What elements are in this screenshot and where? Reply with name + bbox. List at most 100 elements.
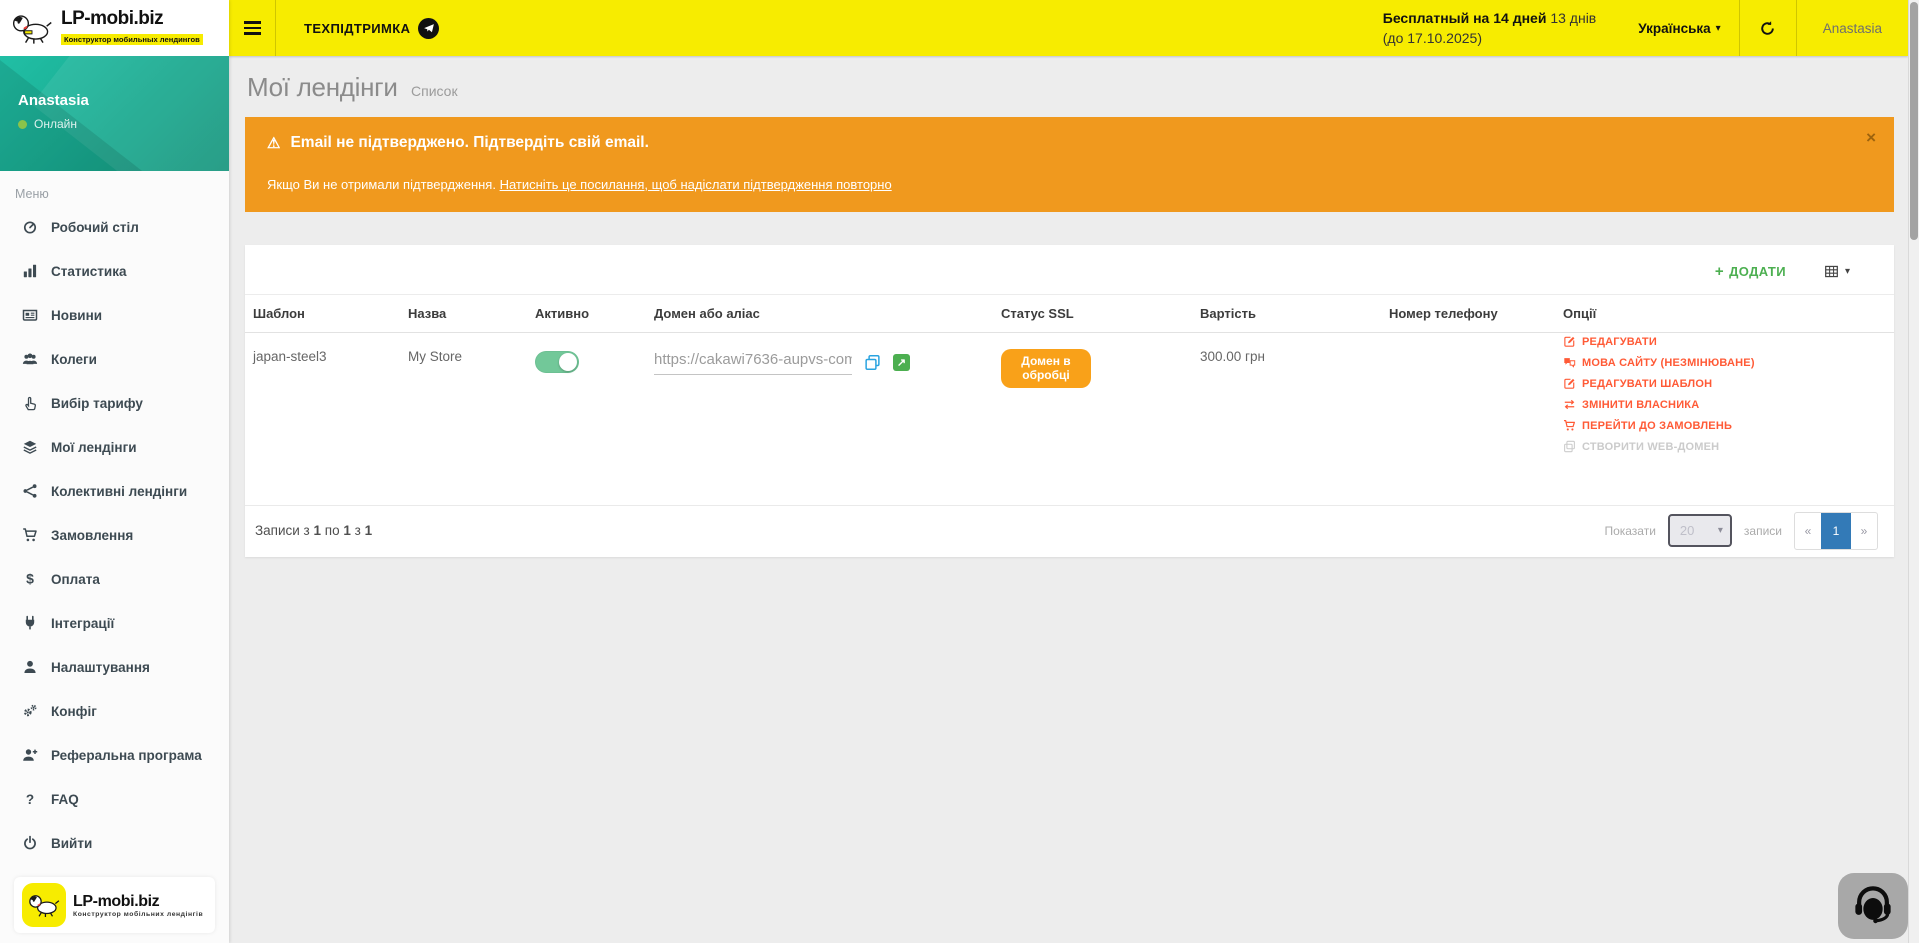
sidebar-item-cart[interactable]: Замовлення [0, 513, 229, 557]
users-icon [21, 351, 38, 368]
footer-logo[interactable]: LP-mobi.biz Конструктор мобільних лендін… [14, 877, 215, 933]
trial-info: Бесплатный на 14 дней 13 днів (до 17.10.… [1383, 0, 1621, 56]
user-plus-icon [21, 747, 38, 764]
sidebar-item-share[interactable]: Колективні лендінги [0, 469, 229, 513]
clone-icon [1563, 440, 1576, 453]
sidebar-item-users[interactable]: Колеги [0, 337, 229, 381]
topbar-username[interactable]: Anastasia [1797, 0, 1908, 56]
trial-plan: Бесплатный на 14 дней [1383, 10, 1547, 26]
main-content: Мої лендінги Список ⚠ Email не підтвердж… [229, 56, 1908, 943]
open-link-icon[interactable]: ↗ [893, 354, 910, 371]
refresh-button[interactable] [1740, 0, 1796, 56]
language-label: Українська [1638, 21, 1710, 36]
close-icon[interactable]: × [1866, 129, 1876, 146]
page-size-value: 20 [1680, 523, 1694, 538]
copy-icon[interactable] [864, 354, 881, 371]
sidebar-item-gears[interactable]: Конфіг [0, 689, 229, 733]
column-header-7: Номер телефону [1381, 295, 1555, 332]
pager-page-1[interactable]: 1 [1821, 513, 1851, 549]
option-edit[interactable]: РЕДАГУВАТИ ШАБЛОН [1563, 377, 1886, 390]
option-language[interactable]: МОВА САЙТУ (НЕЗМІНЮВАНЕ) [1563, 356, 1886, 369]
dog-logo-icon [10, 11, 54, 45]
dollar-icon: $ [21, 571, 38, 588]
dashboard-icon [21, 219, 38, 236]
column-header-4: Домен або аліас [646, 295, 993, 332]
sidebar-item-dashboard[interactable]: Робочий стіл [0, 205, 229, 249]
sidebar-item-user-plus[interactable]: Реферальна програма [0, 733, 229, 777]
sidebar-item-user[interactable]: Налаштування [0, 645, 229, 689]
sidebar-item-question[interactable]: ?FAQ [0, 777, 229, 821]
sidebar-item-layers[interactable]: Мої лендінги [0, 425, 229, 469]
language-selector[interactable]: Українська ▾ [1620, 0, 1738, 56]
warning-icon: ⚠ [267, 134, 280, 152]
chevron-down-icon: ▾ [1845, 266, 1850, 277]
option-edit[interactable]: РЕДАГУВАТИ [1563, 335, 1886, 348]
active-toggle[interactable] [535, 351, 579, 373]
email-alert-banner: ⚠ Email не підтверджено. Підтвердіть сві… [245, 117, 1894, 212]
cart-icon [1563, 419, 1576, 432]
share-icon [21, 483, 38, 500]
table-footer: Записи з 1 по 1 з 1 Показати 20 ▾ записи… [245, 505, 1894, 557]
hand-pointer-icon [21, 395, 38, 412]
page-scrollbar[interactable] [1908, 0, 1919, 943]
page-subtitle: Список [411, 83, 458, 99]
user-status: Онлайн [34, 117, 77, 131]
sidebar-item-hand-pointer[interactable]: Вибір тарифу [0, 381, 229, 425]
options-list: РЕДАГУВАТИ МОВА САЙТУ (НЕЗМІНЮВАНЕ) РЕДАГУ… [1555, 333, 1894, 505]
cell-template: japan-steel3 [245, 333, 400, 505]
add-button[interactable]: + ДОДАТИ [1715, 263, 1786, 280]
support-button[interactable]: ТЕХПІДТРИМКА [276, 0, 467, 56]
headset-icon [1852, 885, 1894, 927]
user-name: Anastasia [18, 92, 229, 109]
option-exchange[interactable]: ЗМІНИТИ ВЛАСНИКА [1563, 398, 1886, 411]
brand-tagline: Конструктор мобільних лендінгів [73, 911, 203, 918]
plus-icon: + [1715, 263, 1724, 280]
show-label: Показати [1604, 524, 1655, 538]
scrollbar-thumb[interactable] [1910, 2, 1918, 240]
bar-chart-icon [21, 263, 38, 280]
topbar: ТЕХПІДТРИМКА Бесплатный на 14 дней 13 дн… [229, 0, 1908, 56]
sidebar-item-news[interactable]: Новини [0, 293, 229, 337]
sidebar-menu-container: Меню Робочий стілСтатистикаНовиниКолегиВ… [0, 171, 229, 871]
edit-icon [1563, 335, 1576, 348]
records-info: Записи з 1 по 1 з 1 [255, 523, 372, 538]
column-header-5: Статус SSL [993, 295, 1192, 332]
support-chat-button[interactable] [1838, 873, 1908, 939]
ssl-status-badge: Домен в обробці [1001, 349, 1091, 388]
user-icon [21, 659, 38, 676]
chevron-down-icon: ▾ [1716, 23, 1721, 34]
sidebar-item-bar-chart[interactable]: Статистика [0, 249, 229, 293]
layers-icon [21, 439, 38, 456]
option-cart[interactable]: ПЕРЕЙТИ ДО ЗАМОВЛЕНЬ [1563, 419, 1886, 432]
gears-icon [21, 703, 38, 720]
cart-icon [21, 527, 38, 544]
column-header-6: Вартість [1192, 295, 1381, 332]
brand-name: LP-mobi.biz [73, 893, 203, 911]
sidebar-item-power[interactable]: Вийти [0, 821, 229, 865]
option-clone-disabled: СТВОРИТИ WEB-ДОМЕН [1563, 440, 1886, 453]
refresh-icon [1759, 20, 1776, 37]
pager: « 1 » [1794, 512, 1878, 550]
trial-until: (до 17.10.2025) [1383, 28, 1597, 48]
exchange-icon [1563, 398, 1576, 411]
pager-next-button[interactable]: » [1851, 513, 1877, 549]
sidebar-item-dollar[interactable]: $Оплата [0, 557, 229, 601]
trial-days-left: 13 днів [1550, 10, 1596, 26]
column-header-3: Активно [527, 295, 646, 332]
resend-confirmation-link[interactable]: Натисніть це посилання, щоб надіслати пі… [500, 177, 892, 192]
question-icon: ? [21, 791, 38, 808]
page-size-select[interactable]: 20 ▾ [1668, 514, 1732, 547]
brand-name: LP-mobi.biz [61, 9, 203, 29]
view-toggle-button[interactable]: ▾ [1824, 264, 1850, 279]
table-header-row: ШаблонНазваАктивноДомен або аліасСтатус … [245, 294, 1894, 333]
table-row: japan-steel3 My Store ↗ Д [245, 333, 1894, 505]
records-label: записи [1744, 524, 1782, 538]
sidebar-item-plug[interactable]: Інтеграції [0, 601, 229, 645]
logo[interactable]: LP-mobi.biz Конструктор мобильных лендин… [0, 0, 229, 56]
landings-card: + ДОДАТИ ▾ ШаблонНазваАктивноДомен або а… [245, 245, 1894, 557]
pager-prev-button[interactable]: « [1795, 513, 1821, 549]
page-title: Мої лендінги [247, 72, 398, 102]
domain-input[interactable] [654, 349, 852, 375]
plug-icon [21, 615, 38, 632]
hamburger-menu-button[interactable] [229, 0, 276, 56]
